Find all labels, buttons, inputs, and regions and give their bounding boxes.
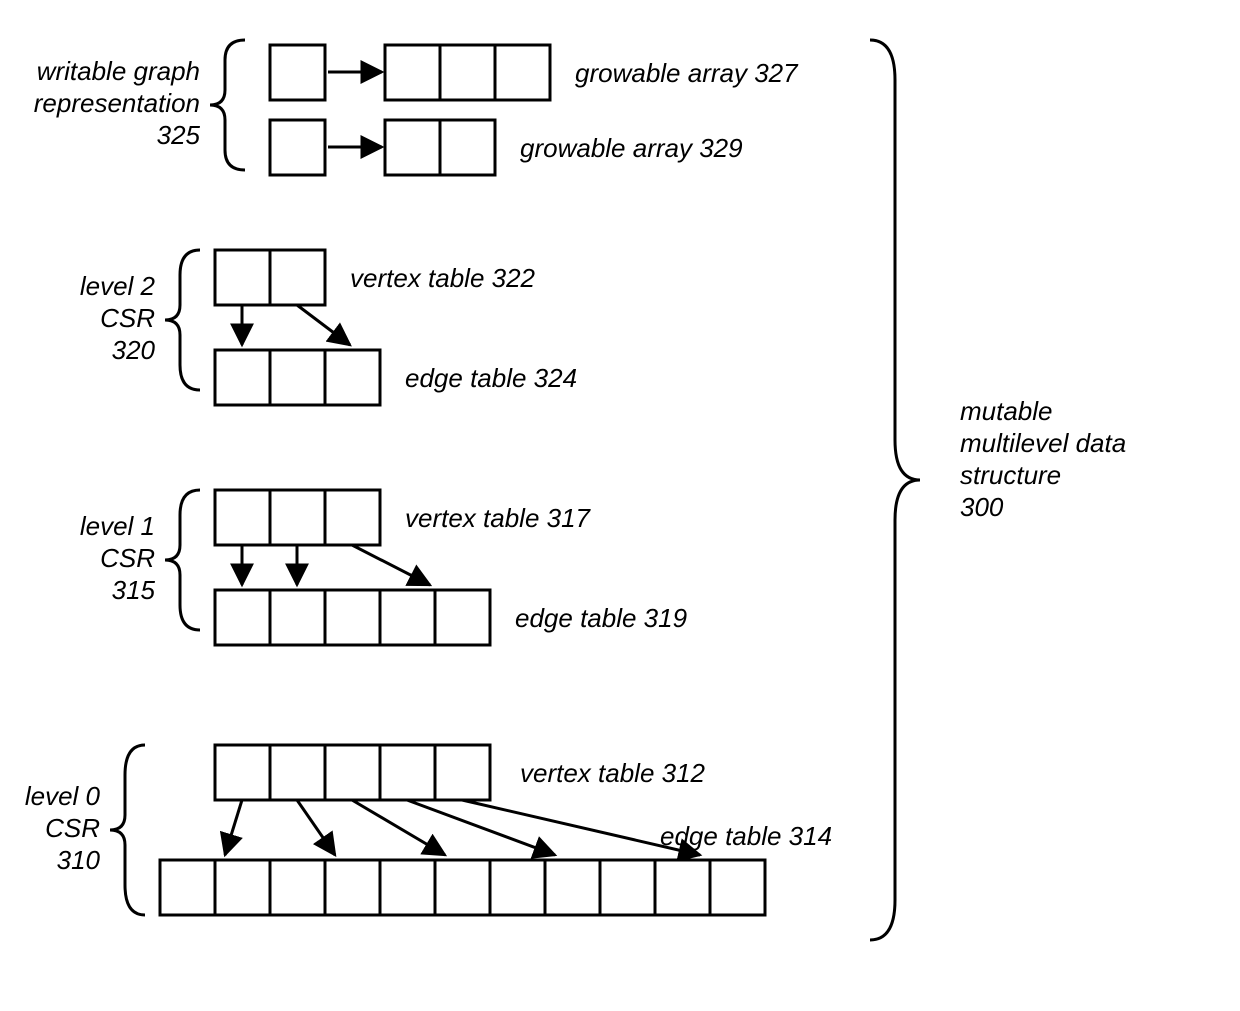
group-level2: level 2 CSR 320 vertex table 322 edge ta… [80, 250, 577, 405]
vertex-317-label: vertex table 317 [405, 503, 592, 533]
growable-array-329: growable array 329 [270, 120, 743, 175]
growable-327-label: growable array 327 [575, 58, 799, 88]
edge-324-label: edge table 324 [405, 363, 577, 393]
level1-label-1: CSR [100, 543, 155, 573]
vertex-table-322: vertex table 322 [215, 250, 536, 305]
vertex-table-317: vertex table 317 [215, 490, 592, 545]
edge-319-label: edge table 319 [515, 603, 687, 633]
level0-label-2: 310 [57, 845, 101, 875]
title-line-3: 300 [960, 492, 1004, 522]
level0-label-0: level 0 [25, 781, 101, 811]
edge-314-label: edge table 314 [660, 821, 832, 851]
level2-label-1: CSR [100, 303, 155, 333]
writable-label-0: writable graph [37, 56, 200, 86]
growable-array-327: growable array 327 [270, 45, 799, 100]
group-level1: level 1 CSR 315 vertex table 317 edge ta… [80, 490, 687, 645]
edge-table-324: edge table 324 [215, 350, 577, 405]
title-line-1: multilevel data [960, 428, 1126, 458]
writable-label-1: representation [34, 88, 200, 118]
vertex-312-label: vertex table 312 [520, 758, 706, 788]
vertex-322-label: vertex table 322 [350, 263, 536, 293]
growable-329-label: growable array 329 [520, 133, 743, 163]
vertex-table-312: vertex table 312 [215, 745, 706, 800]
group-writable: writable graph representation 325 growab… [34, 40, 799, 175]
level2-label-0: level 2 [80, 271, 156, 301]
writable-label-2: 325 [157, 120, 201, 150]
edge-table-319: edge table 319 [215, 590, 687, 645]
level2-label-2: 320 [112, 335, 156, 365]
diagram: mutable multilevel data structure 300 wr… [0, 0, 1240, 1011]
title-line-2: structure [960, 460, 1061, 490]
outer-brace: mutable multilevel data structure 300 [870, 40, 1126, 940]
level1-label-2: 315 [112, 575, 156, 605]
level0-label-1: CSR [45, 813, 100, 843]
group-level0: level 0 CSR 310 vertex table 312 edge ta… [25, 745, 832, 915]
level1-label-0: level 1 [80, 511, 155, 541]
title-line-0: mutable [960, 396, 1053, 426]
edge-table-314 [160, 860, 765, 915]
